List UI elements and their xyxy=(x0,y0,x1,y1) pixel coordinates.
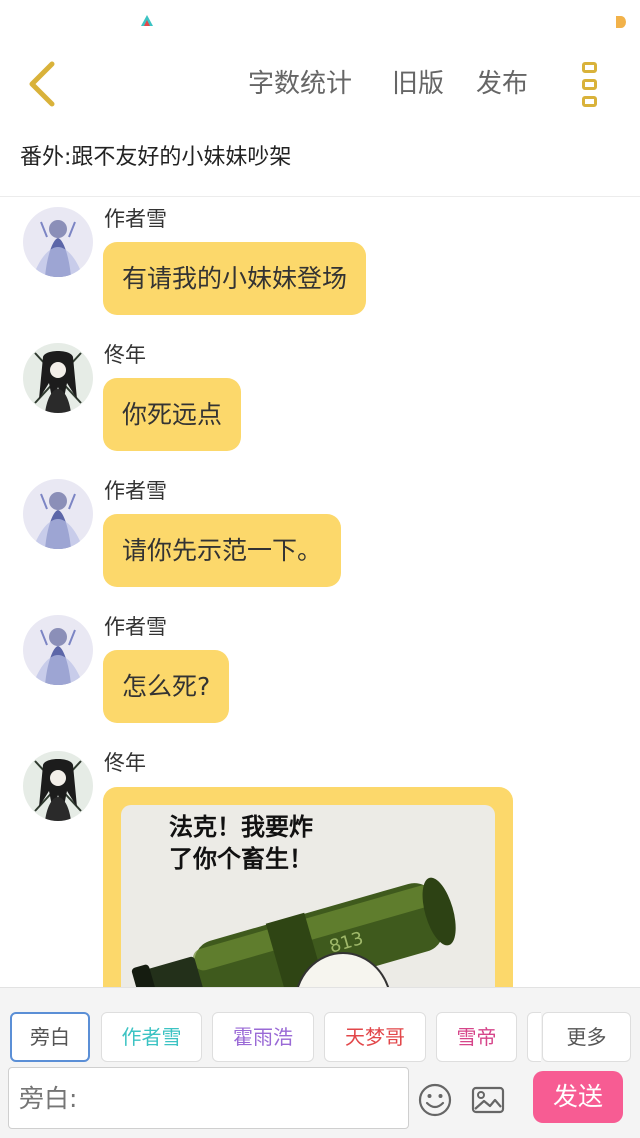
back-button[interactable] xyxy=(20,56,64,112)
role-chip-huoyuhao[interactable]: 霍雨浩 xyxy=(212,1012,314,1062)
sender-name: 作者雪 xyxy=(104,479,167,503)
role-chip-partial[interactable] xyxy=(527,1012,541,1062)
avatar-xue[interactable] xyxy=(23,615,93,685)
word-count-link[interactable]: 字数统计 xyxy=(248,64,352,104)
chevron-left-icon xyxy=(29,61,55,107)
avatar-xue[interactable] xyxy=(23,479,93,549)
composer-panel: 旁白 作者雪 霍雨浩 天梦哥 雪帝 更多 发送 xyxy=(0,987,640,1138)
status-bar xyxy=(0,0,640,44)
meme-caption-line: 了你个畜生！ xyxy=(169,845,313,873)
role-chip-author[interactable]: 作者雪 xyxy=(101,1012,202,1062)
chapter-title: 番外:跟不友好的小妹妹吵架 xyxy=(20,145,292,170)
message-bubble[interactable]: 请你先示范一下。 xyxy=(103,514,342,587)
old-version-link[interactable]: 旧版 xyxy=(392,64,444,104)
meme-caption-line: 法克！我要炸 xyxy=(169,813,313,841)
message-bubble[interactable]: 你死远点 xyxy=(103,378,242,451)
meme-image[interactable]: 813 法克！我要炸 了你个畜生！ xyxy=(121,805,495,987)
battery-dot-icon xyxy=(616,16,626,28)
app-triangle-icon xyxy=(141,15,153,26)
smiley-icon[interactable] xyxy=(417,1082,453,1118)
avatar-tongnian[interactable] xyxy=(23,343,93,413)
sender-name: 作者雪 xyxy=(104,207,167,231)
image-message-bubble[interactable]: 813 法克！我要炸 了你个畜生！ xyxy=(103,787,513,987)
sender-name: 佟年 xyxy=(104,343,146,367)
meme-caption: 法克！我要炸 了你个畜生！ xyxy=(169,811,313,875)
role-chip-narrator[interactable]: 旁白 xyxy=(10,1012,90,1062)
message-bubble[interactable]: 有请我的小妹妹登场 xyxy=(103,242,367,315)
image-icon[interactable] xyxy=(470,1082,506,1118)
more-roles-button[interactable]: 更多 xyxy=(542,1012,631,1062)
publish-link[interactable]: 发布 xyxy=(476,64,528,104)
avatar-xue[interactable] xyxy=(23,207,93,277)
avatar-tongnian[interactable] xyxy=(23,751,93,821)
message-bubble[interactable]: 怎么死? xyxy=(103,650,230,723)
more-vertical-icon[interactable] xyxy=(572,56,606,112)
nav-bar: 字数统计 旧版 发布 xyxy=(0,44,640,124)
role-chip-tianmengge[interactable]: 天梦哥 xyxy=(324,1012,426,1062)
sender-name: 佟年 xyxy=(104,751,146,775)
send-button[interactable]: 发送 xyxy=(533,1071,623,1123)
role-chip-xuedi[interactable]: 雪帝 xyxy=(436,1012,517,1062)
chat-list[interactable]: 作者雪 有请我的小妹妹登场 佟年 你死远点 作者雪 请你先示范一下。 作者雪 怎… xyxy=(0,197,640,987)
sender-name: 作者雪 xyxy=(104,615,167,639)
message-input[interactable] xyxy=(8,1067,409,1129)
